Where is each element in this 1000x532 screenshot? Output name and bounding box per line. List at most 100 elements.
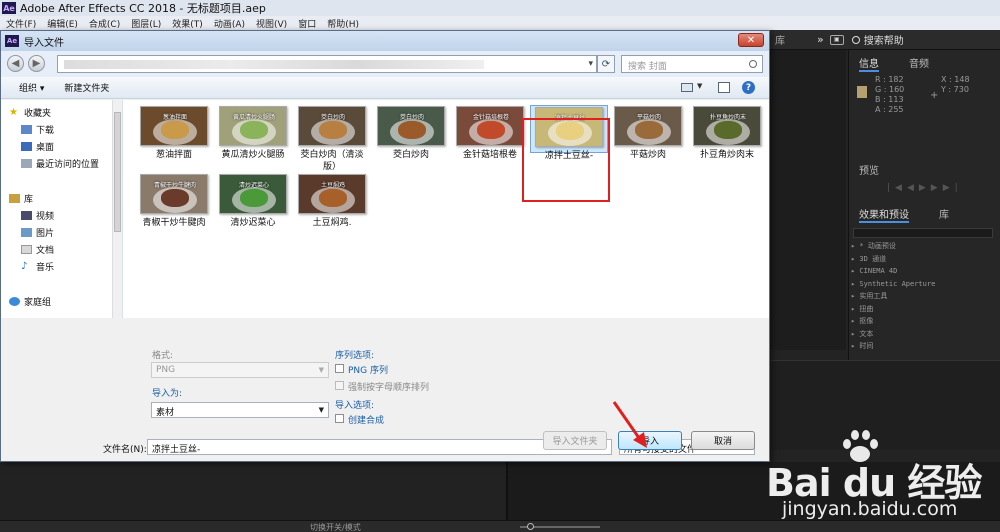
back-button[interactable]: ◀ [7,55,24,72]
effects-search-input[interactable] [853,228,993,238]
nav-desktop-label: 桌面 [36,143,55,153]
address-bar[interactable]: ▾ [57,55,597,73]
create-composition-checkbox[interactable] [335,414,344,423]
view-dropdown-icon[interactable]: ▼ [697,82,702,90]
cancel-button[interactable]: 取消 [691,431,755,450]
effects-item[interactable]: ▸ 扭曲 [851,303,997,316]
nav-videos[interactable]: 视频 [21,209,54,222]
search-placeholder: 搜索 封面 [628,62,667,72]
menu-edit[interactable]: 编辑(E) [47,17,78,30]
file-item[interactable]: 茭白炒肉 茭白炒肉 [374,106,448,161]
png-sequence-label[interactable]: PNG 序列 [348,363,388,376]
chevron-down-icon[interactable]: ▾ [588,59,593,69]
filename-value: 凉拌土豆丝- [152,445,201,455]
effects-item[interactable]: ▸ Synthetic Aperture [851,278,997,291]
nav-videos-label: 视频 [36,212,55,222]
effects-item[interactable]: ▸ 3D 通道 [851,253,997,266]
file-item[interactable]: 平菇炒肉 平菇炒肉 [611,106,685,161]
effects-item[interactable]: ▸ CINEMA 4D [851,265,997,278]
nav-music[interactable]: ♪ 音乐 [21,260,54,274]
file-name: 清炒迟菜心 [230,218,276,228]
file-item[interactable]: 金针菇培根卷 金针菇培根卷 [453,106,527,161]
nav-pictures[interactable]: 图片 [21,226,54,239]
preview-controls-icon[interactable]: |◀◀▶▶▶| [887,183,963,193]
tab-effects-presets[interactable]: 效果和预设 [859,206,909,223]
file-item[interactable]: 土豆焖鸡 土豆焖鸡. [295,174,369,229]
create-composition-label[interactable]: 创建合成 [348,413,384,426]
file-thumbnail: 土豆焖鸡 [298,174,366,214]
nav-scroll-thumb[interactable] [114,112,121,232]
close-button[interactable]: ✕ [738,33,764,47]
search-help[interactable]: 搜索帮助 [851,32,904,47]
file-thumbnail: 葱油拌面 [140,106,208,146]
file-thumbnail: 清炒迟菜心 [219,174,287,214]
toggle-switches-mode[interactable]: 切换开关/模式 [310,522,361,532]
workspace-icon[interactable]: ▣ [829,34,844,45]
menu-window[interactable]: 窗口 [298,17,316,30]
nav-recent-label: 最近访问的位置 [36,160,100,170]
file-list-pane: 葱油拌面 葱油拌面 黄瓜清炒火腿肠 黄瓜清炒火腿肠 茭白炒肉 茭白炒肉（清淡版）… [123,100,769,318]
nav-documents[interactable]: 文档 [21,243,54,256]
recent-places-icon [21,159,32,168]
nav-desktop[interactable]: 桌面 [21,140,54,153]
effects-item[interactable]: ▸ 抠像 [851,315,997,328]
import-as-label: 导入为: [152,389,183,399]
help-icon[interactable]: ? [742,81,755,94]
file-item[interactable]: 葱油拌面 葱油拌面 [137,106,211,161]
file-item[interactable]: 茭白炒肉 茭白炒肉（清淡版） [295,106,369,173]
file-name: 黄瓜清炒火腿肠 [221,150,285,160]
effects-item[interactable]: ▸ 时间 [851,340,997,353]
effects-item[interactable]: ▸ 实用工具 [851,290,997,303]
chevron-down-icon: ▼ [318,366,324,374]
menu-composition[interactable]: 合成(C) [89,17,120,30]
file-item[interactable]: 青椒干炒牛腱肉 青椒干炒牛腱肉 [137,174,211,229]
organize-button[interactable]: 组织 ▾ [19,81,44,94]
effects-item[interactable]: ▸ 文本 [851,328,997,341]
expand-arrows-icon[interactable]: » [817,33,824,46]
forward-button[interactable]: ▶ [28,55,45,72]
file-item[interactable]: 黄瓜清炒火腿肠 黄瓜清炒火腿肠 [216,106,290,161]
tab-info[interactable]: 信息 [859,55,879,72]
refresh-button[interactable]: ⟳ [597,55,615,73]
search-icon [749,60,757,68]
info-x: X : 148 [941,75,970,84]
file-item[interactable]: 扑豆角炒肉末 扑豆角炒肉末 [690,106,764,161]
nav-pictures-label: 图片 [36,229,55,239]
nav-libraries[interactable]: 库 [9,192,33,205]
effects-item[interactable]: ▸ * 动画预设 [851,240,997,253]
file-item[interactable]: 清炒迟菜心 清炒迟菜心 [216,174,290,229]
tab-effects-library[interactable]: 库 [939,206,949,221]
menu-effect[interactable]: 效果(T) [172,17,203,30]
file-name: 平菇炒肉 [629,150,666,160]
menu-help[interactable]: 帮助(H) [327,17,359,30]
tab-audio[interactable]: 音频 [909,55,929,70]
ae-composition-panel [770,50,846,350]
menu-file[interactable]: 文件(F) [6,17,36,30]
file-thumbnail: 茭白炒肉 [377,106,445,146]
force-alphabetical-label: 强制按字母顺序排列 [348,383,430,393]
preview-pane-icon[interactable] [718,82,730,93]
nav-favorites[interactable]: ★ 收藏夹 [9,106,52,120]
import-as-select[interactable]: 素材 ▼ [151,402,329,418]
library-tab[interactable]: 库 [775,32,785,47]
nav-scrollbar[interactable] [112,100,122,318]
nav-favorites-label: 收藏夹 [24,109,52,119]
format-label: 格式: [152,351,174,361]
tab-preview[interactable]: 预览 [859,162,879,177]
info-xy: X : 148 Y : 730 [941,75,970,95]
menu-layer[interactable]: 图层(L) [131,17,161,30]
search-input[interactable]: 搜索 封面 [621,55,763,73]
nav-recent[interactable]: 最近访问的位置 [21,157,99,170]
view-options-icon[interactable] [681,83,693,92]
file-thumbnail: 扑豆角炒肉末 [693,106,761,146]
import-file-dialog: Ae 导入文件 ✕ ◀ ▶ ▾ ⟳ 搜索 封面 组织 ▾ 新建文件夹 ▼ ? ★… [0,30,770,462]
nav-homegroup[interactable]: 家庭组 [9,295,51,308]
menu-animation[interactable]: 动画(A) [214,17,245,30]
png-sequence-checkbox[interactable] [335,364,344,373]
nav-downloads[interactable]: 下载 [21,123,54,136]
zoom-slider-handle[interactable] [527,523,534,530]
new-folder-button[interactable]: 新建文件夹 [64,81,109,94]
ae-top-strip: 库 » ▣ 搜索帮助 [770,30,1000,50]
menu-view[interactable]: 视图(V) [256,17,287,30]
file-name: 茭白炒肉（清淡版） [300,150,364,172]
